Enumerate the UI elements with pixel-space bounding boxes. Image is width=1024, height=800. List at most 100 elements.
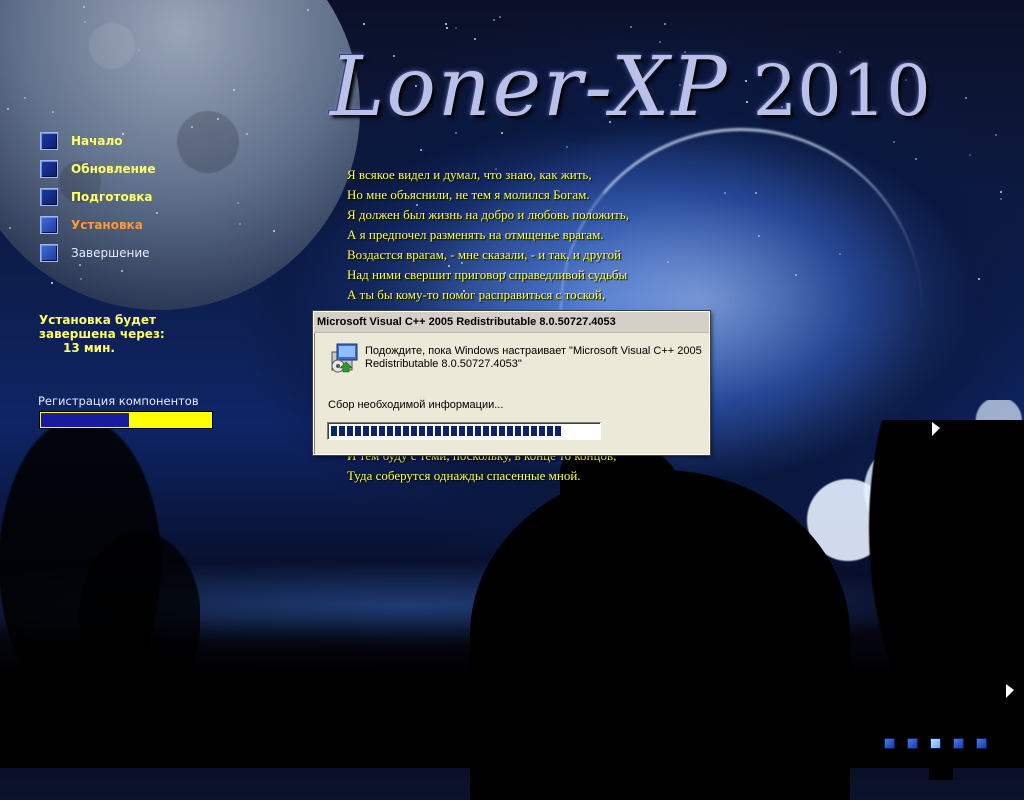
progress-segment — [411, 426, 417, 436]
setup-steps-list: Начало Обновление Подготовка Установка З… — [40, 127, 155, 267]
star-graphic — [363, 23, 365, 25]
step-start: Начало — [40, 127, 155, 155]
dialog-progress-fill — [331, 426, 563, 436]
poem-line: Над ними свершит приговор справедливой с… — [347, 267, 628, 282]
time-remaining: Установка будет завершена через: 13 мин. — [39, 313, 165, 355]
star-graphic — [758, 235, 760, 237]
star-graphic — [630, 26, 632, 28]
star-graphic — [233, 89, 235, 91]
ground-silhouette — [0, 618, 1024, 768]
step-checkbox-icon — [40, 160, 58, 178]
star-graphic — [273, 230, 275, 232]
step-installation: Установка — [40, 211, 155, 239]
star-graphic — [51, 282, 53, 284]
star-graphic — [1000, 191, 1002, 193]
progress-segment — [523, 426, 529, 436]
time-remaining-minutes: 13 мин. — [63, 341, 115, 355]
star-graphic — [156, 212, 158, 214]
time-remaining-line2: завершена через: — [39, 327, 165, 341]
star-graphic — [664, 23, 666, 25]
star-graphic — [52, 111, 54, 113]
progress-segment — [435, 426, 441, 436]
page-indicator-dot — [907, 738, 918, 749]
star-graphic — [755, 192, 757, 194]
poem-line: Я должен был жизнь на добро и любовь пол… — [347, 207, 629, 222]
step-label: Начало — [71, 134, 123, 148]
installer-package-icon — [331, 343, 358, 373]
star-graphic — [795, 274, 797, 276]
page-indicator-dot — [884, 738, 895, 749]
progress-segment — [515, 426, 521, 436]
star-graphic — [839, 253, 841, 255]
step-preparation: Подготовка — [40, 183, 155, 211]
progress-segment — [475, 426, 481, 436]
step-checkbox-icon — [40, 188, 58, 206]
progress-segment — [427, 426, 433, 436]
star-graphic — [237, 202, 239, 204]
progress-segment — [371, 426, 377, 436]
star-graphic — [667, 261, 669, 263]
progress-segment — [451, 426, 457, 436]
star-graphic — [493, 19, 495, 21]
product-logo: Loner-XP 2010 — [330, 40, 1010, 160]
progress-segment — [443, 426, 449, 436]
star-graphic — [446, 27, 448, 29]
star-graphic — [307, 9, 309, 11]
progress-segment — [387, 426, 393, 436]
poem-line: Но мне объяснили, не тем я молился Богам… — [347, 187, 590, 202]
time-remaining-line1: Установка будет — [39, 313, 156, 327]
progress-segment — [379, 426, 385, 436]
mouse-pointer-icon — [932, 422, 940, 436]
star-graphic — [7, 108, 9, 110]
page-indicator-dot — [930, 738, 941, 749]
page-indicator-dot — [976, 738, 987, 749]
step-checkbox-icon — [40, 216, 58, 234]
installer-dialog: Microsoft Visual C++ 2005 Redistributabl… — [312, 310, 711, 456]
progress-segment — [499, 426, 505, 436]
progress-segment — [467, 426, 473, 436]
star-graphic — [121, 270, 123, 272]
logo-name: Loner-XP — [330, 40, 729, 135]
star-graphic — [239, 223, 241, 225]
progress-segment — [363, 426, 369, 436]
component-progress-label: Регистрация компонентов — [38, 394, 199, 408]
progress-segment — [347, 426, 353, 436]
star-graphic — [138, 49, 140, 51]
step-label: Завершение — [71, 246, 150, 260]
dialog-progress-bar — [327, 422, 601, 440]
poem-line: Туда соберутся однажды спасенные мной. — [347, 468, 581, 483]
progress-segment — [331, 426, 337, 436]
star-graphic — [724, 192, 726, 194]
star-graphic — [84, 21, 86, 23]
step-finish: Завершение — [40, 239, 155, 267]
poem-line: А я предпочел разменять на отмщенье враг… — [347, 227, 604, 242]
progress-segment — [339, 426, 345, 436]
poem-line: А ты бы кому-то помог расправиться с тос… — [347, 287, 606, 302]
progress-segment — [419, 426, 425, 436]
star-graphic — [83, 6, 85, 8]
component-progress-bar — [39, 411, 213, 429]
progress-segment — [491, 426, 497, 436]
star-graphic — [191, 126, 193, 128]
progress-segment — [547, 426, 553, 436]
step-update: Обновление — [40, 155, 155, 183]
dialog-title: Microsoft Visual C++ 2005 Redistributabl… — [314, 312, 709, 333]
star-graphic — [24, 97, 26, 99]
progress-segment — [539, 426, 545, 436]
star-graphic — [978, 278, 980, 280]
star-graphic — [1000, 198, 1002, 200]
page-indicator-dot — [953, 738, 964, 749]
step-label: Установка — [71, 218, 143, 232]
poem-text: Я всякое видел и думал, что знаю, как жи… — [347, 165, 629, 305]
dialog-message: Подождите, пока Windows настраивает "Mic… — [365, 345, 702, 370]
star-graphic — [217, 118, 219, 120]
star-graphic — [445, 23, 447, 25]
progress-segment — [507, 426, 513, 436]
step-label: Подготовка — [71, 190, 153, 204]
poem-line: Воздастся врагам, - мне сказали, - и так… — [347, 247, 622, 262]
progress-segment — [403, 426, 409, 436]
logo-year: 2010 — [752, 50, 931, 132]
component-progress-fill — [41, 413, 129, 427]
step-label: Обновление — [71, 162, 156, 176]
star-graphic — [455, 27, 457, 29]
